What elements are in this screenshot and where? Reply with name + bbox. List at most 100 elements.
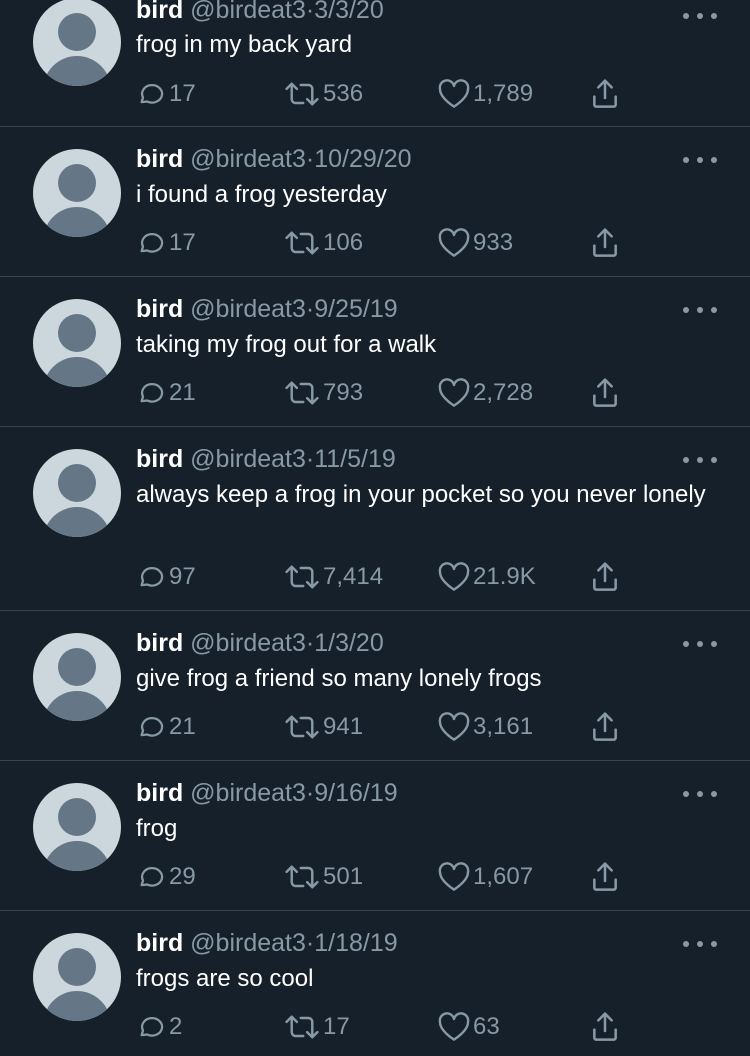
retweet-button[interactable]: 536 xyxy=(284,76,363,112)
default-avatar-icon[interactable] xyxy=(33,149,121,237)
retweet-icon xyxy=(284,1012,320,1042)
default-avatar-icon[interactable] xyxy=(33,299,121,387)
retweet-count: 793 xyxy=(323,379,364,406)
tweet-date[interactable]: 1/3/20 xyxy=(314,629,384,657)
share-icon xyxy=(590,78,620,110)
default-avatar-icon[interactable] xyxy=(33,633,121,721)
like-button[interactable]: 1,789 xyxy=(438,76,533,112)
tweet-date[interactable]: 11/5/19 xyxy=(314,445,396,473)
tweet[interactable]: bird @birdeat3·11/5/19 always keep a fro… xyxy=(0,427,750,611)
reply-button[interactable]: 17 xyxy=(136,225,196,261)
like-button[interactable]: 21.9K xyxy=(438,559,536,595)
more-icon[interactable] xyxy=(683,304,717,316)
author-handle[interactable]: @birdeat3 xyxy=(190,779,306,807)
tweet[interactable]: bird @birdeat3·1/18/19 frogs are so cool… xyxy=(0,911,750,1056)
reply-button[interactable]: 2 xyxy=(136,1009,182,1045)
retweet-button[interactable]: 501 xyxy=(284,859,363,895)
author-name[interactable]: bird xyxy=(136,779,183,807)
tweet-actions: 29 501 1,607 xyxy=(136,859,636,895)
like-count: 2,728 xyxy=(473,379,534,406)
tweet[interactable]: bird @birdeat3·10/29/20 i found a frog y… xyxy=(0,127,750,277)
more-icon[interactable] xyxy=(683,10,717,22)
like-icon xyxy=(438,79,470,109)
tweet[interactable]: bird @birdeat3·1/3/20 give frog a friend… xyxy=(0,611,750,761)
reply-button[interactable]: 17 xyxy=(136,76,196,112)
default-avatar-icon[interactable] xyxy=(33,0,121,86)
tweet-text: always keep a frog in your pocket so you… xyxy=(136,481,706,508)
retweet-icon xyxy=(284,228,320,258)
like-button[interactable]: 933 xyxy=(438,225,513,261)
author-handle[interactable]: @birdeat3 xyxy=(190,629,306,657)
author-name[interactable]: bird xyxy=(136,295,183,323)
reply-count: 29 xyxy=(169,863,196,890)
separator-dot: · xyxy=(305,0,315,24)
tweet-text: taking my frog out for a walk xyxy=(136,331,437,358)
share-button[interactable] xyxy=(590,859,620,895)
retweet-button[interactable]: 17 xyxy=(284,1009,350,1045)
separator-dot: · xyxy=(305,929,315,957)
share-button[interactable] xyxy=(590,1009,620,1045)
default-avatar-icon[interactable] xyxy=(33,449,121,537)
author-handle[interactable]: @birdeat3 xyxy=(190,145,306,173)
tweet-date[interactable]: 3/3/20 xyxy=(314,0,384,24)
like-button[interactable]: 63 xyxy=(438,1009,500,1045)
retweet-button[interactable]: 793 xyxy=(284,375,363,411)
share-icon xyxy=(590,561,620,593)
author-handle[interactable]: @birdeat3 xyxy=(190,295,306,323)
more-icon[interactable] xyxy=(683,154,717,166)
retweet-icon xyxy=(284,79,320,109)
tweet-date[interactable]: 1/18/19 xyxy=(314,929,397,957)
tweet-date[interactable]: 9/16/19 xyxy=(314,779,397,807)
retweet-icon xyxy=(284,712,320,742)
like-button[interactable]: 3,161 xyxy=(438,709,533,745)
tweet-date[interactable]: 9/25/19 xyxy=(314,295,397,323)
retweet-count: 7,414 xyxy=(323,563,384,590)
like-icon xyxy=(438,712,470,742)
author-handle[interactable]: @birdeat3 xyxy=(190,445,306,473)
tweet[interactable]: bird @birdeat3·3/3/20 frog in my back ya… xyxy=(0,0,750,127)
reply-button[interactable]: 29 xyxy=(136,859,196,895)
share-button[interactable] xyxy=(590,375,620,411)
more-icon[interactable] xyxy=(683,938,717,950)
share-button[interactable] xyxy=(590,559,620,595)
reply-button[interactable]: 21 xyxy=(136,709,196,745)
separator-dot: · xyxy=(305,295,315,323)
reply-count: 17 xyxy=(169,80,196,107)
author-name[interactable]: bird xyxy=(136,445,183,473)
retweet-button[interactable]: 106 xyxy=(284,225,363,261)
more-icon[interactable] xyxy=(683,638,717,650)
tweet-date[interactable]: 10/29/20 xyxy=(314,145,411,173)
tweet[interactable]: bird @birdeat3·9/25/19 taking my frog ou… xyxy=(0,277,750,427)
tweet-text: frog in my back yard xyxy=(136,31,353,58)
author-name[interactable]: bird xyxy=(136,929,183,957)
reply-icon xyxy=(136,562,166,592)
more-icon[interactable] xyxy=(683,788,717,800)
tweet[interactable]: bird @birdeat3·9/16/19 frog 29 501 1,607 xyxy=(0,761,750,911)
author-name[interactable]: bird xyxy=(136,629,183,657)
reply-button[interactable]: 21 xyxy=(136,375,196,411)
reply-count: 21 xyxy=(169,713,196,740)
author-handle[interactable]: @birdeat3 xyxy=(190,0,306,24)
reply-icon xyxy=(136,1012,166,1042)
retweet-button[interactable]: 941 xyxy=(284,709,363,745)
tweet-text: i found a frog yesterday xyxy=(136,181,387,208)
like-button[interactable]: 2,728 xyxy=(438,375,533,411)
share-button[interactable] xyxy=(590,225,620,261)
author-name[interactable]: bird xyxy=(136,0,183,24)
default-avatar-icon[interactable] xyxy=(33,933,121,1021)
reply-count: 97 xyxy=(169,563,196,590)
like-icon xyxy=(438,562,470,592)
retweet-count: 536 xyxy=(323,80,364,107)
author-handle[interactable]: @birdeat3 xyxy=(190,929,306,957)
share-button[interactable] xyxy=(590,76,620,112)
more-icon[interactable] xyxy=(683,454,717,466)
like-button[interactable]: 1,607 xyxy=(438,859,533,895)
share-button[interactable] xyxy=(590,709,620,745)
reply-button[interactable]: 97 xyxy=(136,559,196,595)
tweet-actions: 17 106 933 xyxy=(136,225,636,261)
retweet-button[interactable]: 7,414 xyxy=(284,559,383,595)
author-name[interactable]: bird xyxy=(136,145,183,173)
tweet-actions: 2 17 63 xyxy=(136,1009,636,1045)
default-avatar-icon[interactable] xyxy=(33,783,121,871)
retweet-count: 501 xyxy=(323,863,364,890)
